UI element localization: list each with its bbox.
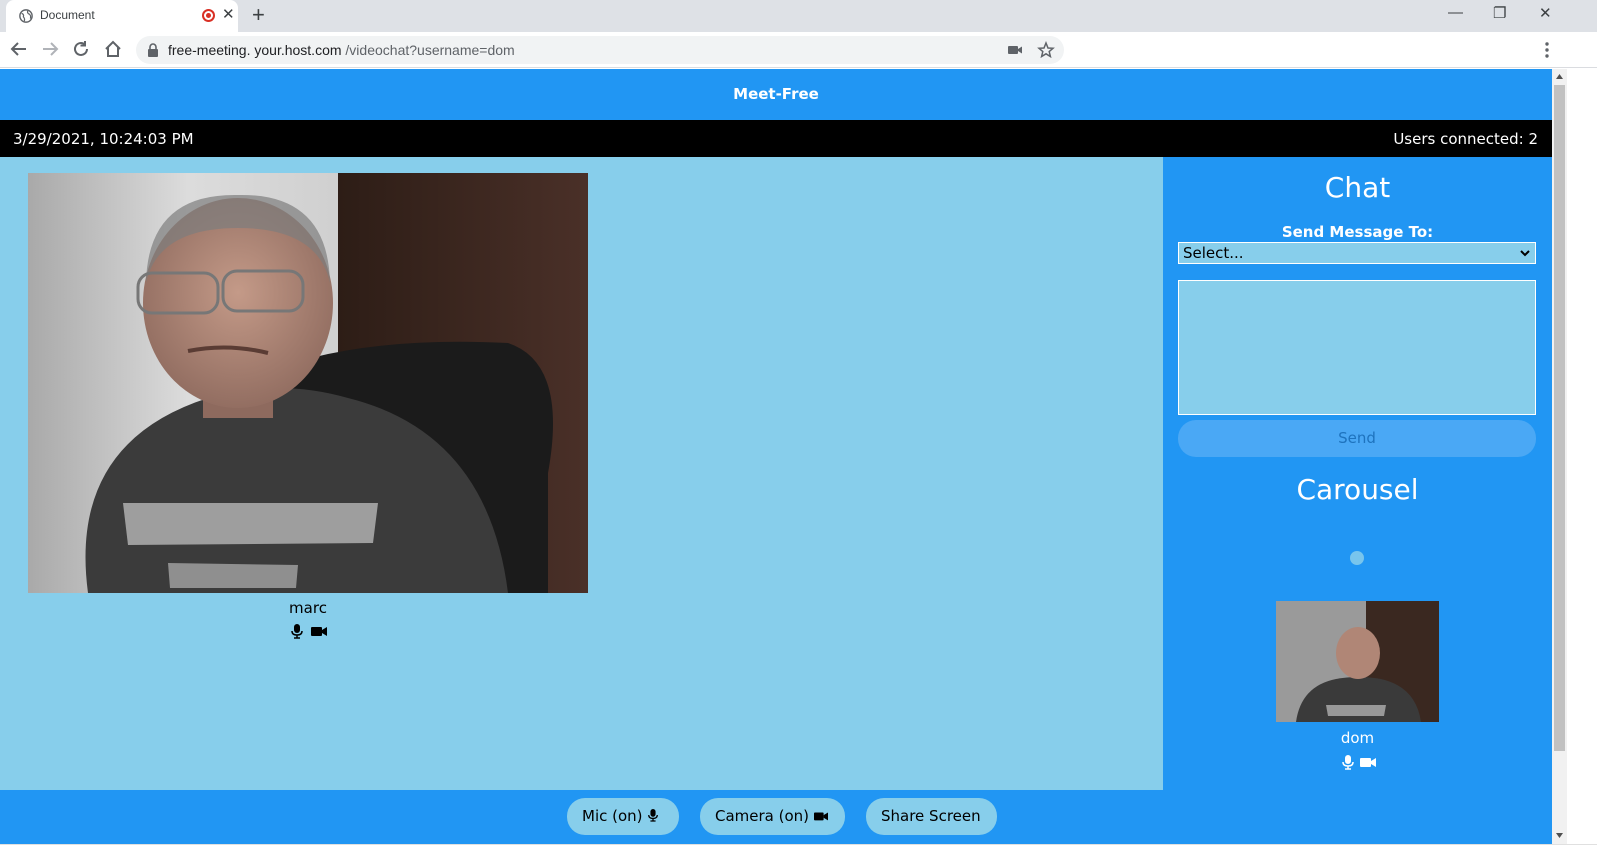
- chevron-down-icon: [1520, 250, 1530, 257]
- meet-free-app: Meet-Free 3/29/2021, 10:24:03 PM Users c…: [0, 69, 1552, 844]
- browser-tab[interactable]: Document ✕: [6, 0, 238, 32]
- participant-status-icons: [290, 623, 330, 639]
- send-button[interactable]: Send: [1178, 420, 1536, 457]
- url-path: /videochat?username=dom: [341, 42, 515, 58]
- forward-arrow-icon[interactable]: [39, 38, 61, 60]
- status-bar: 3/29/2021, 10:24:03 PM Users connected: …: [0, 120, 1552, 157]
- video-camera-icon: [814, 812, 829, 821]
- carousel-thumb-name: dom: [1340, 729, 1375, 747]
- browser-toolbar: free-meeting. your.host.com /videochat?u…: [0, 32, 1597, 68]
- remote-video-marc[interactable]: [28, 173, 588, 593]
- tab-title: Document: [40, 8, 95, 22]
- scroll-up-arrow-icon[interactable]: [1555, 72, 1564, 81]
- app-title: Meet-Free: [0, 69, 1552, 120]
- restore-button[interactable]: ❐: [1493, 4, 1506, 22]
- users-connected-count: Users connected: 2: [1393, 130, 1538, 148]
- microphone-icon: [647, 809, 658, 822]
- url-host: free-meeting. your.host.com: [168, 42, 342, 58]
- share-screen-button[interactable]: Share Screen: [866, 798, 997, 835]
- lock-icon: [148, 43, 158, 57]
- video-frame: [28, 173, 588, 593]
- bottom-strip: [0, 844, 1597, 863]
- recording-icon: [202, 9, 215, 22]
- video-camera-icon: [1360, 758, 1376, 767]
- send-to-label: Send Message To:: [1281, 223, 1434, 241]
- mic-toggle-button[interactable]: Mic (on): [567, 798, 679, 835]
- chat-sidebar: Chat Send Message To: Select... Send Car…: [1163, 157, 1552, 790]
- thumb-video-frame: [1276, 601, 1439, 722]
- datetime-display: 3/29/2021, 10:24:03 PM: [13, 130, 194, 148]
- recipient-select[interactable]: Select...: [1178, 242, 1536, 264]
- tab-close-icon[interactable]: ✕: [222, 7, 235, 23]
- scrollbar-thumb[interactable]: [1554, 85, 1565, 751]
- new-tab-button[interactable]: +: [252, 3, 265, 27]
- camera-permission-icon[interactable]: [1006, 41, 1024, 59]
- back-arrow-icon[interactable]: [8, 38, 30, 60]
- thumb-status-icons: [1341, 754, 1381, 770]
- chat-title: Chat: [1324, 171, 1391, 204]
- carousel-indicator-dot[interactable]: [1350, 551, 1364, 565]
- video-grid: marc: [0, 157, 1163, 790]
- url-text: free-meeting. your.host.com /videochat?u…: [168, 42, 515, 58]
- window-close-button[interactable]: ✕: [1539, 4, 1552, 22]
- reload-icon[interactable]: [70, 38, 92, 60]
- minimize-button[interactable]: —: [1448, 4, 1463, 21]
- home-icon[interactable]: [102, 38, 124, 60]
- media-control-bar: Mic (on) Camera (on) Share Screen: [0, 790, 1552, 844]
- page-scrollbar[interactable]: [1552, 69, 1567, 844]
- mic-toggle-label: Mic (on): [582, 807, 643, 825]
- message-textarea[interactable]: [1178, 280, 1536, 415]
- microphone-icon: [1342, 755, 1354, 770]
- carousel-thumb-dom[interactable]: [1276, 601, 1439, 722]
- microphone-icon: [291, 624, 303, 639]
- scroll-down-arrow-icon[interactable]: [1555, 831, 1564, 840]
- browser-tabstrip: Document ✕ + — ❐ ✕: [0, 0, 1597, 32]
- bookmark-star-icon[interactable]: [1037, 41, 1055, 59]
- address-bar[interactable]: free-meeting. your.host.com /videochat?u…: [136, 36, 1064, 64]
- recipient-selected-value: Select...: [1183, 244, 1244, 262]
- globe-icon: [19, 9, 33, 23]
- participant-name-marc: marc: [289, 599, 327, 617]
- video-camera-icon: [311, 627, 327, 636]
- browser-menu-icon[interactable]: [1537, 40, 1557, 60]
- camera-toggle-label: Camera (on): [715, 807, 810, 825]
- camera-toggle-button[interactable]: Camera (on): [700, 798, 845, 835]
- carousel-title: Carousel: [1296, 473, 1419, 506]
